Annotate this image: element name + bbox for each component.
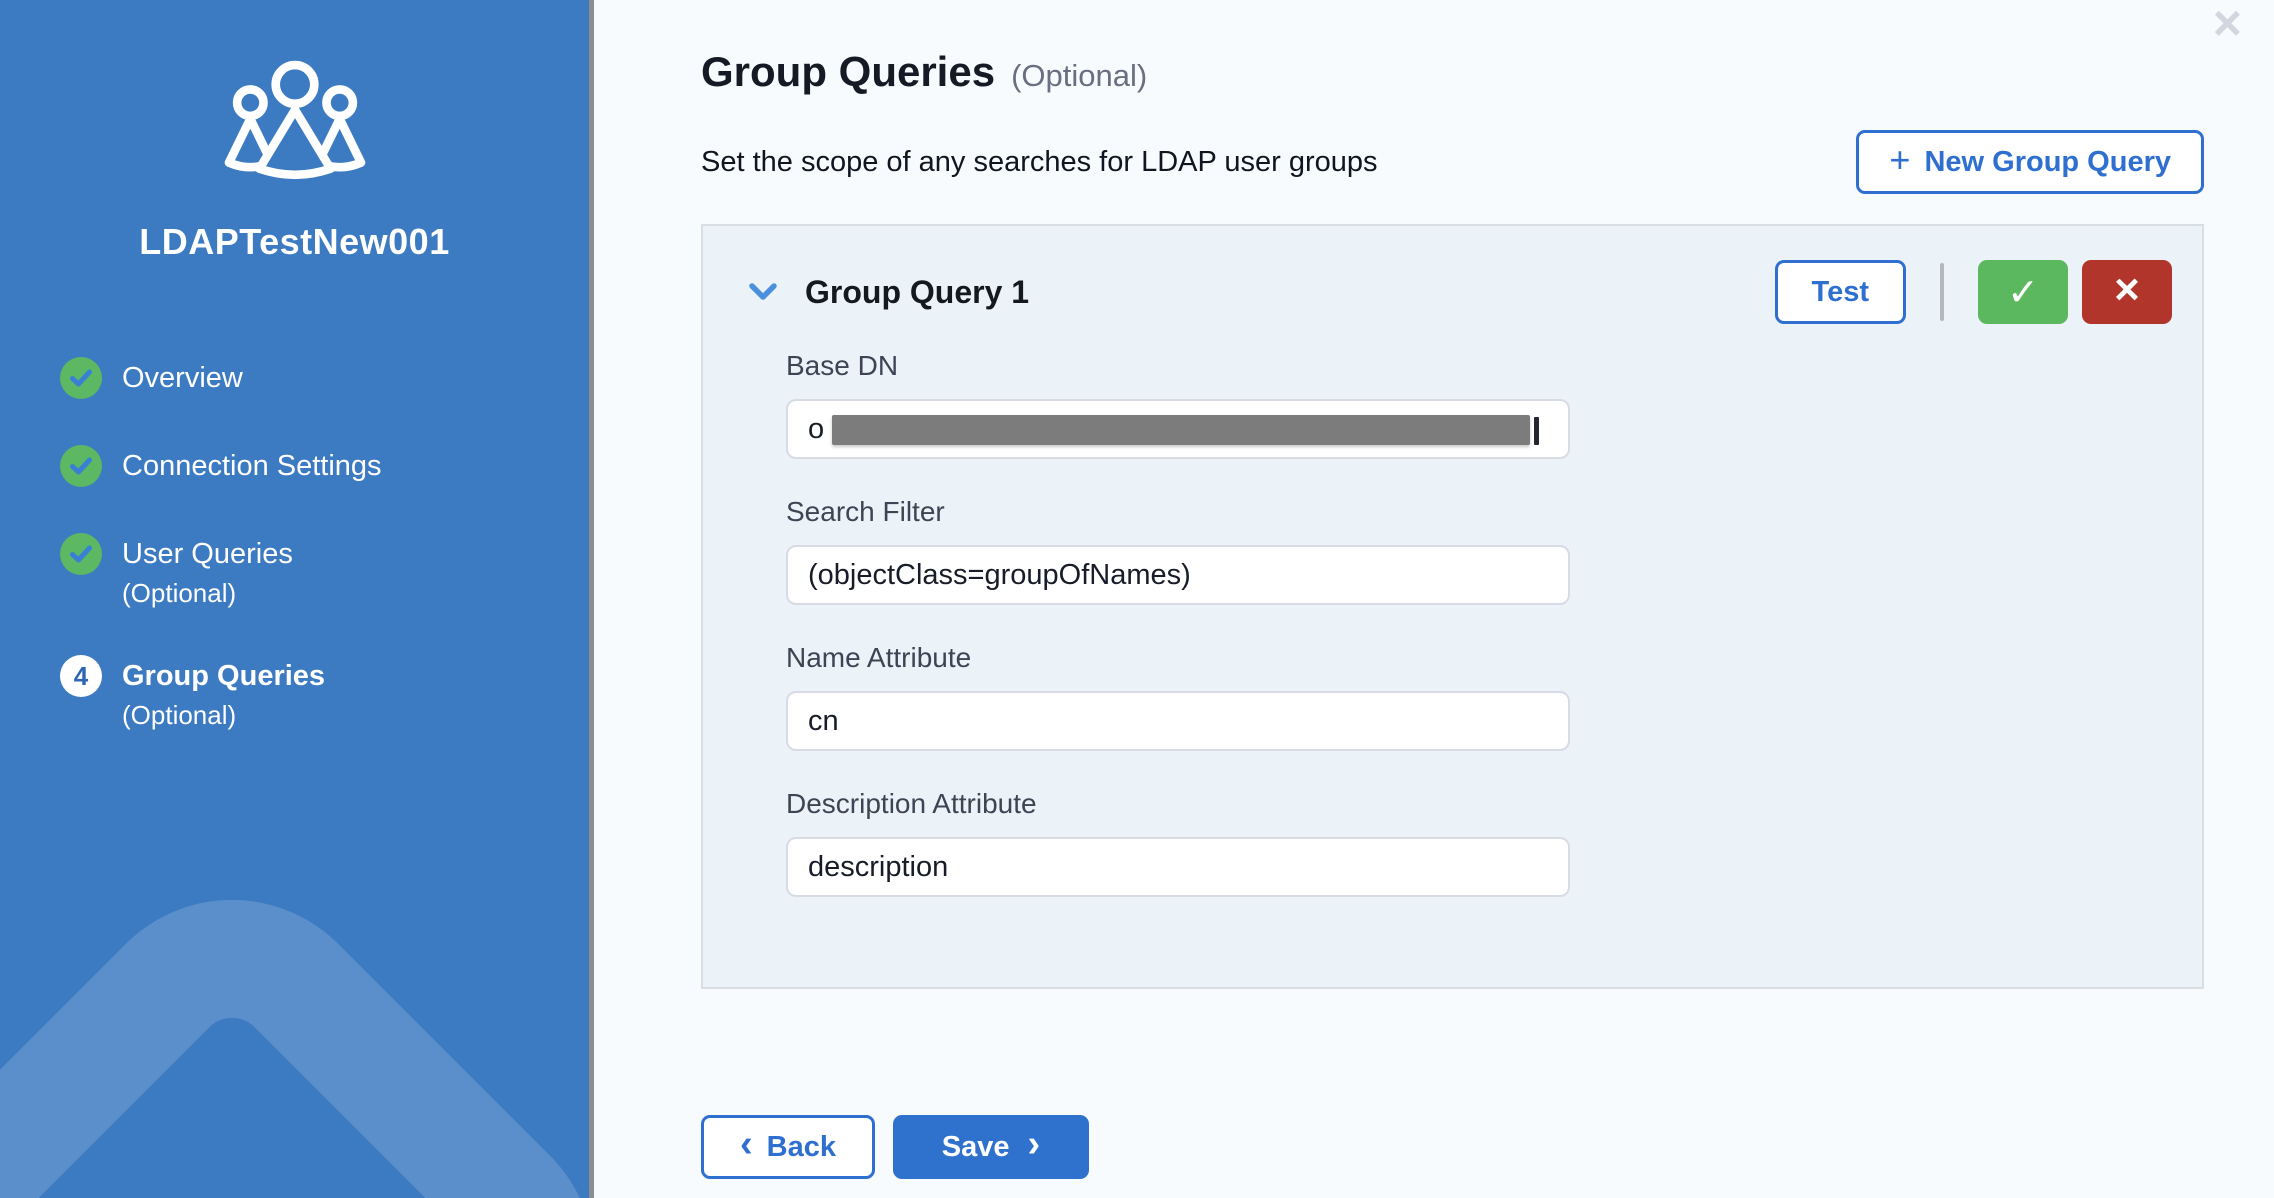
step-number-badge: 4 xyxy=(60,655,102,697)
wizard-sidebar: LDAPTestNew001 Overview Connection Setti… xyxy=(0,0,594,1198)
plus-icon: + xyxy=(1889,139,1910,181)
field-search-filter: Search Filter (objectClass=groupOfNames) xyxy=(786,495,2172,605)
main-panel: × Group Queries (Optional) Set the scope… xyxy=(594,0,2274,1198)
step-sublabel: (Optional) xyxy=(122,577,293,609)
group-query-form: Base DN o Search Filter (objectClass=gro… xyxy=(786,349,2172,897)
confirm-button[interactable]: ✓ xyxy=(1978,260,2068,324)
base-dn-value: o xyxy=(808,413,824,446)
sidebar-watermark xyxy=(0,838,594,1198)
base-dn-label: Base DN xyxy=(786,349,2172,383)
name-attribute-input[interactable]: cn xyxy=(786,691,1570,751)
base-dn-input[interactable]: o xyxy=(786,399,1570,459)
field-base-dn: Base DN o xyxy=(786,349,2172,459)
description-attribute-input[interactable]: description xyxy=(786,837,1570,897)
step-complete-icon xyxy=(60,357,102,399)
search-filter-value: (objectClass=groupOfNames) xyxy=(808,559,1191,592)
step-label: Overview xyxy=(122,357,243,399)
wizard-steps: Overview Connection Settings User Querie… xyxy=(0,357,589,731)
step-label: Group Queries xyxy=(122,655,325,697)
ldap-connector-wizard: LDAPTestNew001 Overview Connection Setti… xyxy=(0,0,2274,1198)
new-group-query-label: New Group Query xyxy=(1924,146,2171,179)
field-description-attribute: Description Attribute description xyxy=(786,787,2172,897)
search-filter-label: Search Filter xyxy=(786,495,2172,529)
back-button[interactable]: ‹ Back xyxy=(701,1115,875,1179)
step-text: Connection Settings xyxy=(122,445,382,487)
sidebar-step-overview[interactable]: Overview xyxy=(60,357,589,399)
test-button[interactable]: Test xyxy=(1775,260,1906,324)
subtitle-row: Set the scope of any searches for LDAP u… xyxy=(701,130,2204,194)
group-query-card-header: Group Query 1 Test ✓ × xyxy=(733,260,2172,324)
group-query-title: Group Query 1 xyxy=(805,274,1029,311)
step-text: Group Queries (Optional) xyxy=(122,655,325,731)
name-attribute-value: cn xyxy=(808,705,839,738)
page-header: Group Queries (Optional) xyxy=(701,48,2274,96)
sidebar-step-connection-settings[interactable]: Connection Settings xyxy=(60,445,589,487)
chevron-left-icon: ‹ xyxy=(740,1123,753,1166)
vertical-divider xyxy=(1940,263,1944,321)
check-icon: ✓ xyxy=(2007,270,2039,315)
close-icon[interactable]: × xyxy=(2213,0,2242,48)
connector-name: LDAPTestNew001 xyxy=(0,221,589,263)
description-attribute-label: Description Attribute xyxy=(786,787,2172,821)
description-attribute-value: description xyxy=(808,851,948,884)
step-label: Connection Settings xyxy=(122,445,382,487)
step-complete-icon xyxy=(60,533,102,575)
save-label: Save xyxy=(942,1131,1010,1164)
chevron-right-icon: › xyxy=(1028,1123,1041,1166)
page-subtitle: Set the scope of any searches for LDAP u… xyxy=(701,146,1378,179)
wizard-footer: ‹ Back Save › xyxy=(701,1115,2274,1179)
user-group-icon xyxy=(213,58,377,188)
step-sublabel: (Optional) xyxy=(122,699,325,731)
save-button[interactable]: Save › xyxy=(893,1115,1089,1179)
delete-button[interactable]: × xyxy=(2082,260,2172,324)
group-query-card: Group Query 1 Test ✓ × Base DN xyxy=(701,224,2204,989)
group-query-actions: Test ✓ × xyxy=(1775,260,2172,324)
chevron-down-icon xyxy=(747,282,779,302)
new-group-query-button[interactable]: + New Group Query xyxy=(1856,130,2204,194)
sidebar-step-group-queries[interactable]: 4 Group Queries (Optional) xyxy=(60,655,589,731)
sidebar-step-user-queries[interactable]: User Queries (Optional) xyxy=(60,533,589,609)
sidebar-header: LDAPTestNew001 xyxy=(0,0,589,263)
redacted-char xyxy=(1534,417,1539,445)
step-complete-icon xyxy=(60,445,102,487)
search-filter-input[interactable]: (objectClass=groupOfNames) xyxy=(786,545,1570,605)
field-name-attribute: Name Attribute cn xyxy=(786,641,2172,751)
x-icon: × xyxy=(2114,268,2140,312)
page-title: Group Queries xyxy=(701,48,995,96)
back-label: Back xyxy=(767,1131,836,1164)
group-query-toggle[interactable]: Group Query 1 xyxy=(733,274,1029,311)
optional-tag: (Optional) xyxy=(1011,58,1147,94)
step-text: User Queries (Optional) xyxy=(122,533,293,609)
redaction-bar xyxy=(832,415,1530,445)
step-text: Overview xyxy=(122,357,243,399)
step-label: User Queries xyxy=(122,533,293,575)
name-attribute-label: Name Attribute xyxy=(786,641,2172,675)
